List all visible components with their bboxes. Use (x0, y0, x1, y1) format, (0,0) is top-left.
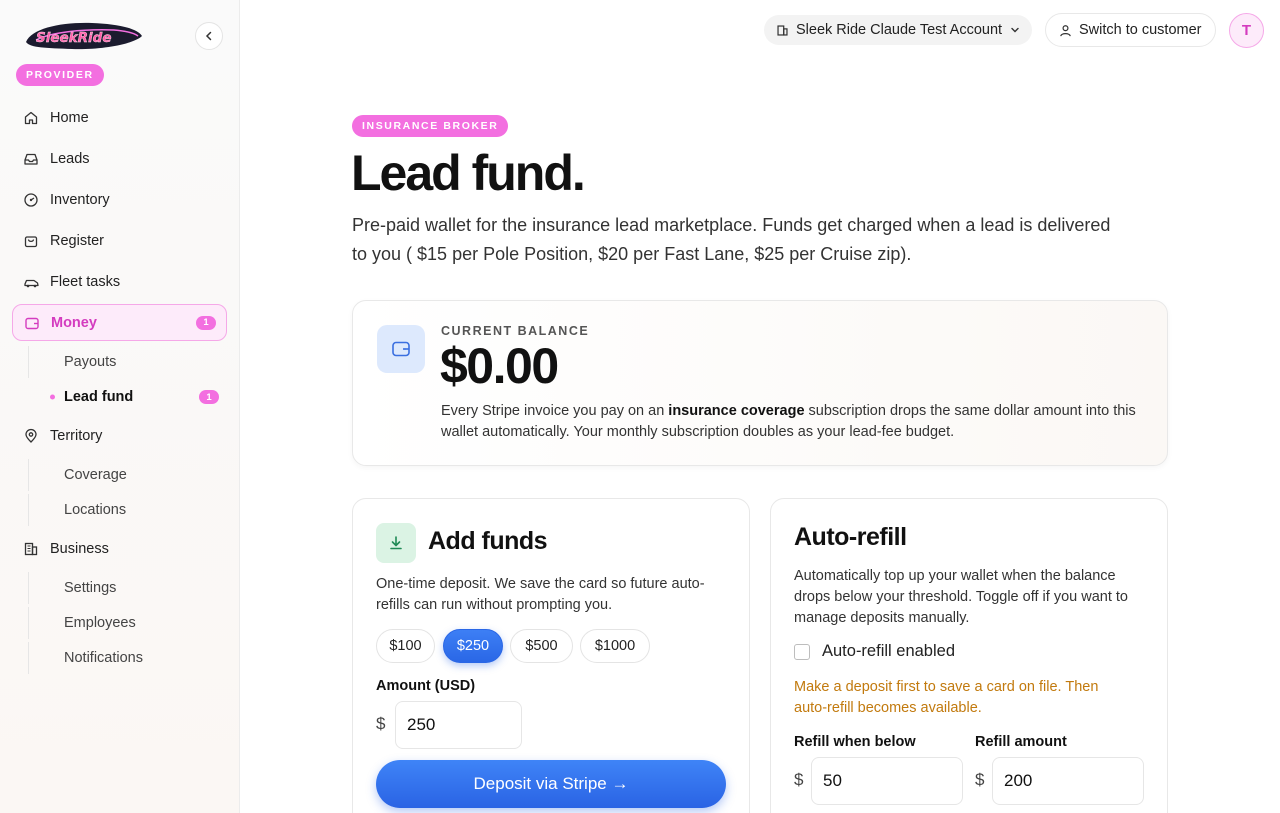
chevron-left-icon (205, 31, 212, 41)
logo-text: SleekRide (36, 30, 111, 46)
car-icon (22, 273, 40, 291)
gauge-icon (22, 191, 40, 209)
sidebar-subitem-employees[interactable]: Employees (28, 607, 227, 639)
lead-fund-count-badge: 1 (199, 390, 219, 404)
sidebar-item-business[interactable]: Business (12, 531, 227, 567)
download-icon (376, 523, 416, 563)
sidebar-item-leads[interactable]: Leads (12, 141, 227, 177)
preset-500-button[interactable]: $500 (510, 629, 573, 663)
sidebar-subitem-label: Coverage (64, 467, 127, 483)
balance-label: CURRENT BALANCE (441, 324, 590, 338)
money-count-badge: 1 (196, 315, 216, 330)
sidebar-item-label: Register (50, 233, 104, 249)
sidebar-item-money[interactable]: Money 1 (12, 304, 227, 341)
sidebar-item-label: Territory (50, 428, 103, 444)
sidebar-subitem-coverage[interactable]: Coverage (28, 459, 227, 491)
balance-note-prefix: Every Stripe invoice you pay on an (441, 403, 669, 419)
building-icon (22, 540, 40, 558)
user-icon (1059, 24, 1072, 37)
sleekride-logo[interactable]: SleekRide (22, 18, 144, 54)
add-funds-card: Add funds One-time deposit. We save the … (352, 498, 750, 813)
inbox-icon (22, 150, 40, 168)
sidebar-item-territory[interactable]: Territory (12, 418, 227, 454)
current-page-dot (50, 394, 55, 400)
insurance-broker-badge: INSURANCE BROKER (352, 115, 509, 137)
sidebar-item-label: Leads (50, 151, 90, 167)
preset-100-button[interactable]: $100 (376, 629, 435, 663)
refill-amount-label: Refill amount (975, 734, 1067, 750)
currency-symbol: $ (794, 770, 804, 789)
auto-refill-description: Automatically top up your wallet when th… (794, 568, 1128, 626)
sidebar-item-register[interactable]: Register (12, 223, 227, 259)
auto-refill-card: Auto-refill Automatically top up your wa… (770, 498, 1168, 813)
wallet-icon (377, 325, 425, 373)
add-funds-description: One-time deposit. We save the card so fu… (376, 576, 705, 613)
auto-refill-warning: Make a deposit first to save a card on f… (794, 679, 1099, 716)
page-description: Pre-paid wallet for the insurance lead m… (352, 215, 1111, 264)
wallet-icon (23, 314, 41, 332)
preset-250-button[interactable]: $250 (443, 629, 503, 663)
user-avatar[interactable]: T (1229, 13, 1264, 48)
sidebar-subitem-settings[interactable]: Settings (28, 572, 227, 604)
add-funds-title: Add funds (428, 527, 548, 555)
home-icon (22, 109, 40, 127)
sidebar-item-inventory[interactable]: Inventory (12, 182, 227, 218)
account-name: Sleek Ride Claude Test Account (796, 22, 1003, 38)
sidebar-subitem-label: Payouts (64, 354, 117, 370)
sidebar: SleekRide PROVIDER Home Leads Inventory … (0, 0, 240, 813)
sidebar-subitem-label: Settings (64, 580, 117, 596)
sidebar-subitem-label: Employees (64, 615, 136, 631)
pin-icon (22, 427, 40, 445)
sidebar-item-home[interactable]: Home (12, 100, 227, 136)
sidebar-item-label: Money (51, 314, 97, 331)
sidebar-item-label: Inventory (50, 192, 110, 208)
bag-icon (22, 232, 40, 250)
amount-label: Amount (USD) (376, 678, 476, 694)
switch-to-customer-button[interactable]: Switch to customer (1045, 13, 1216, 47)
sidebar-item-label: Home (50, 110, 89, 126)
sidebar-item-fleet-tasks[interactable]: Fleet tasks (12, 264, 227, 300)
auto-refill-checkbox[interactable] (794, 644, 810, 660)
provider-badge: PROVIDER (16, 64, 104, 86)
page-title: Lead fund. (351, 145, 586, 201)
preset-1000-button[interactable]: $1000 (580, 629, 650, 663)
building-icon (776, 24, 789, 37)
sidebar-subitem-label: Notifications (64, 650, 143, 666)
sidebar-item-label: Fleet tasks (50, 274, 121, 290)
sidebar-item-label: Business (50, 541, 109, 557)
deposit-via-stripe-button[interactable]: Deposit via Stripe → (376, 760, 726, 808)
currency-symbol: $ (376, 714, 386, 733)
balance-amount: $0.00 (440, 338, 559, 394)
auto-refill-checkbox-label[interactable]: Auto-refill enabled (822, 642, 955, 661)
sidebar-subitem-label: Lead fund (64, 389, 134, 405)
current-balance-card: CURRENT BALANCE $0.00 Every Stripe invoi… (352, 300, 1168, 466)
sidebar-subitem-notifications[interactable]: Notifications (28, 642, 227, 674)
refill-amount-input[interactable] (992, 757, 1144, 805)
auto-refill-title: Auto-refill (794, 523, 907, 551)
sidebar-subitem-payouts[interactable]: Payouts (28, 346, 227, 378)
refill-threshold-input[interactable] (811, 757, 963, 805)
account-selector[interactable]: Sleek Ride Claude Test Account (764, 15, 1033, 45)
balance-note: Every Stripe invoice you pay on an insur… (441, 401, 1141, 443)
chevron-down-icon (1010, 25, 1020, 35)
collapse-sidebar-button[interactable] (195, 22, 223, 50)
sidebar-subitem-label: Locations (64, 502, 127, 518)
switch-label: Switch to customer (1079, 22, 1202, 38)
amount-input[interactable] (395, 701, 522, 749)
balance-note-bold: insurance coverage (668, 403, 805, 419)
sidebar-subitem-locations[interactable]: Locations (28, 494, 227, 526)
refill-threshold-label: Refill when below (794, 734, 916, 750)
currency-symbol: $ (975, 770, 985, 789)
sidebar-subitem-lead-fund[interactable]: Lead fund 1 (28, 381, 227, 413)
